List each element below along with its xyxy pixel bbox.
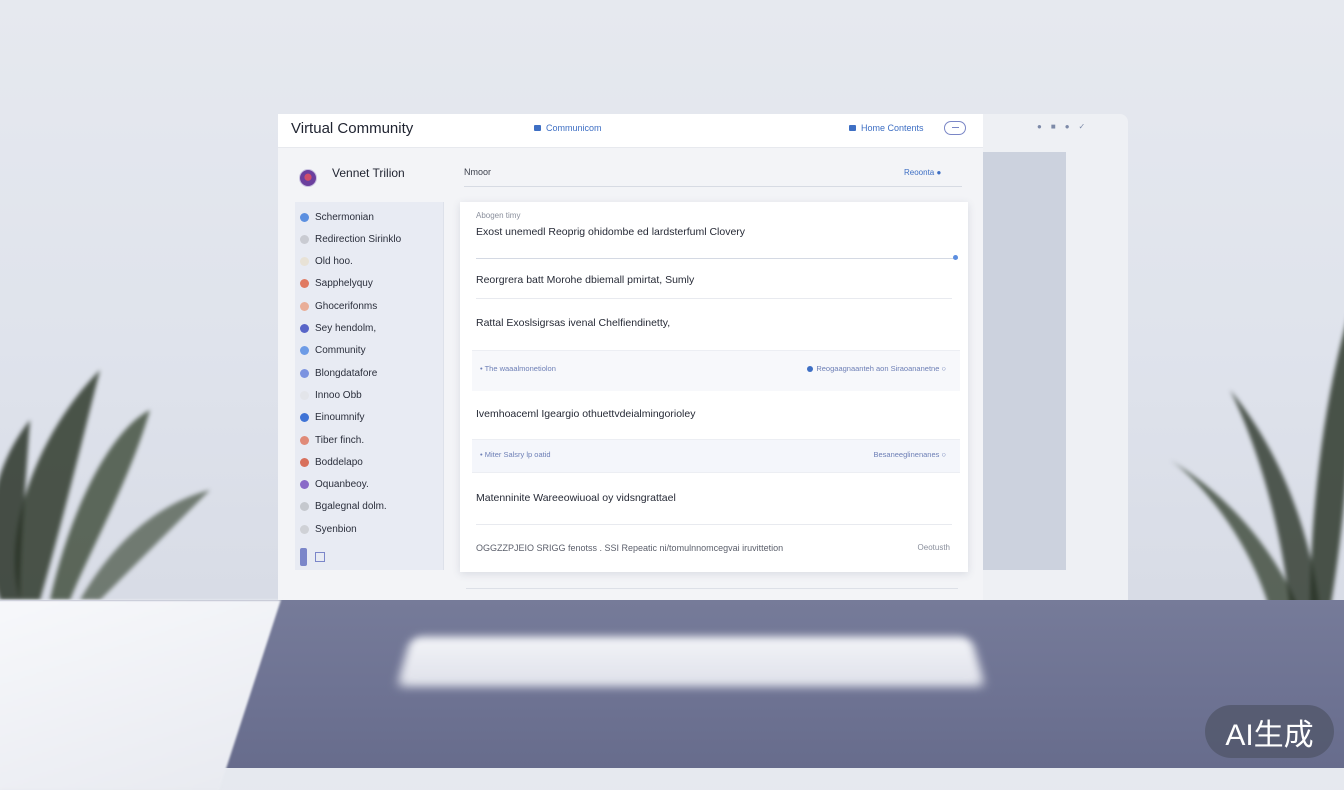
list-item[interactable]: Rattal Exoslsigrsas ivenal Chelfiendinet… — [476, 317, 670, 329]
sidebar-item-label: Tiber finch. — [315, 434, 365, 446]
sidebar-item[interactable]: Community — [295, 340, 443, 362]
sidebar-dot-icon — [300, 390, 309, 400]
sidebar-item-label: Syenbion — [315, 523, 357, 535]
strip-left-text: • The waaalmonetiolon — [480, 364, 556, 373]
background-monitor-screen — [983, 152, 1066, 570]
sidebar-dot-icon — [300, 413, 309, 423]
center-nav-label: Communicom — [546, 123, 602, 133]
sidebar-dot-icon — [300, 524, 309, 534]
sidebar-dot-icon — [300, 480, 309, 490]
sidebar-item-label: Blongdatafore — [315, 367, 378, 379]
divider — [476, 524, 952, 525]
sidebar-item-label: Innoo Obb — [315, 389, 362, 401]
content-card: Abogen timy Exost unemedl Reoprig ohidom… — [460, 202, 968, 572]
card-meta: Abogen timy — [476, 211, 521, 220]
info-strip[interactable]: • Miter Salsry lp oatid Besaneeglinenane… — [472, 439, 960, 473]
center-nav-link[interactable]: Communicom — [534, 123, 602, 133]
sidebar-dot-icon — [300, 457, 309, 467]
sidebar-dot-icon — [300, 301, 309, 311]
sidebar-dot-icon — [300, 279, 309, 289]
plant-left — [0, 370, 210, 600]
sidebar-item-label: Oquanbeoy. — [315, 479, 369, 491]
sidebar-item-label: Community — [315, 345, 366, 357]
home-contents-label: Home Contents — [861, 123, 924, 133]
ai-watermark-badge: AI生成 — [1205, 705, 1334, 758]
section-label: Nmoor — [464, 167, 492, 177]
sidebar-item[interactable]: Old hoo. — [295, 251, 443, 273]
sidebar-item[interactable]: Oquanbeoy. — [295, 474, 443, 496]
sidebar-item[interactable]: Syenbion — [295, 518, 443, 540]
sidebar-footer — [300, 548, 325, 566]
sidebar-item[interactable]: Sey hendolm, — [295, 318, 443, 340]
background-window-controls: ● ■ ● ✓ — [1037, 122, 1085, 131]
sidebar-dot-icon — [300, 234, 309, 244]
divider — [464, 186, 962, 187]
app-title: Virtual Community — [291, 120, 414, 137]
sidebar-item[interactable]: Boddelapo — [295, 451, 443, 473]
sidebar-dot-icon — [300, 212, 309, 222]
scroll-handle[interactable] — [300, 548, 307, 566]
sidebar-dot-icon — [300, 324, 309, 333]
sidebar-item[interactable]: Ghocerifonms — [295, 295, 443, 317]
sidebar: Schermonian Redirection Sirinklo Old hoo. S… — [295, 202, 444, 570]
grid-icon[interactable] — [315, 552, 325, 562]
list-item[interactable]: Matenninite Wareeowiuoal oy vidsngrattae… — [476, 492, 676, 504]
check-icon: ✓ — [1078, 122, 1086, 131]
progress-track — [476, 258, 958, 259]
info-strip[interactable]: • The waaalmonetiolon Reogaagnaanteh aon… — [472, 350, 960, 391]
sidebar-item[interactable]: Einoumnify — [295, 407, 443, 429]
strip-left-text: • Miter Salsry lp oatid — [480, 450, 551, 459]
window-icon — [849, 125, 856, 131]
sidebar-item-label: Schermonian — [315, 211, 374, 223]
app-window: Virtual Community Communicom Home Conten… — [278, 114, 983, 601]
home-contents-link[interactable]: Home Contents — [849, 123, 924, 133]
strip-right-text[interactable]: Reogaagnaanteh aon Siraoananetne ○ — [807, 364, 946, 373]
sidebar-item-label: Old hoo. — [315, 256, 353, 268]
sidebar-item[interactable]: Blongdatafore — [295, 362, 443, 384]
sidebar-dot-icon — [300, 435, 309, 445]
sidebar-item[interactable]: Bgalegnal dolm. — [295, 496, 443, 518]
sidebar-item-label: Ghocerifonms — [315, 300, 378, 312]
sidebar-item[interactable]: Innoo Obb — [295, 384, 443, 406]
sidebar-dot-icon — [300, 346, 309, 356]
sidebar-item[interactable]: Schermonian — [295, 206, 443, 228]
progress-handle[interactable] — [953, 255, 958, 260]
list-item[interactable]: Exost unemedl Reoprig ohidombe ed lardst… — [476, 226, 745, 238]
plant-right — [1170, 331, 1344, 610]
circle-icon: ● — [1037, 122, 1042, 131]
sidebar-dot-icon — [300, 368, 309, 378]
strip-right-text[interactable]: Besaneeglinenanes ○ — [873, 450, 946, 459]
sidebar-dot-icon — [300, 257, 309, 267]
sidebar-item-label: Bgalegnal dolm. — [315, 501, 387, 513]
top-bar: Virtual Community Communicom Home Conten… — [278, 114, 983, 148]
sidebar-dot-icon — [300, 502, 309, 512]
avatar[interactable] — [299, 169, 317, 187]
sidebar-item-label: Sey hendolm, — [315, 323, 377, 334]
sidebar-item-label: Redirection Sirinklo — [315, 233, 402, 245]
sidebar-item-label: Einoumnify — [315, 412, 365, 424]
window-icon — [534, 125, 541, 131]
divider — [466, 588, 958, 589]
section-link[interactable]: Reoonta ● — [904, 168, 941, 177]
list-item[interactable]: Reorgrera batt Morohe dbiemall pmirtat, … — [476, 274, 694, 286]
profile-name: Vennet Trilion — [332, 166, 405, 180]
keyboard — [396, 636, 986, 687]
dot-icon: ● — [1064, 122, 1070, 131]
status-dot-icon — [807, 366, 814, 372]
card-footer-text: OGGZZPJEIO SRIGG fenotss . SSI Repeatic … — [476, 543, 784, 553]
sidebar-item-label: Boddelapo — [315, 456, 363, 468]
sidebar-item-label: Sapphelyquy — [315, 278, 373, 290]
divider — [476, 298, 952, 299]
sidebar-item[interactable]: Redirection Sirinklo — [295, 228, 443, 250]
sidebar-item[interactable]: Sapphelyquy — [295, 273, 443, 295]
card-footer-link[interactable]: Oeotusth — [918, 543, 950, 552]
sidebar-item[interactable]: Tiber finch. — [295, 429, 443, 451]
square-icon: ■ — [1050, 122, 1056, 131]
toggle-icon[interactable] — [944, 121, 966, 135]
list-item[interactable]: Ivemhoaceml Igeargio othuettvdeialmingor… — [476, 408, 695, 420]
